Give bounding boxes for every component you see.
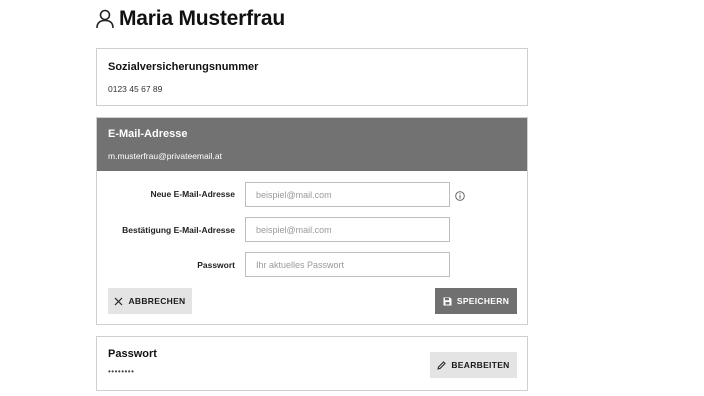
password-card-label: Passwort [108, 348, 157, 360]
page-header: Maria Musterfrau [96, 6, 285, 32]
page-title: Maria Musterfrau [119, 7, 286, 30]
close-icon [115, 297, 123, 305]
current-password-input[interactable] [245, 252, 450, 277]
password-masked-value: •••••••• [108, 367, 135, 376]
password-label: Passwort [197, 260, 235, 270]
edit-button-label: BEARBEITEN [451, 360, 510, 370]
password-card: Passwort •••••••• BEARBEITEN [96, 336, 528, 391]
user-icon [96, 9, 114, 29]
save-icon [443, 297, 452, 305]
new-email-label: Neue E-Mail-Adresse [150, 189, 235, 199]
cancel-button-label: ABBRECHEN [128, 296, 186, 306]
edit-password-button[interactable]: BEARBEITEN [430, 352, 517, 378]
email-card-header: E-Mail-Adresse m.musterfrau@privateemail… [97, 118, 527, 171]
email-label: E-Mail-Adresse [108, 128, 188, 140]
ssn-label: Sozialversicherungsnummer [108, 61, 259, 73]
email-card: E-Mail-Adresse m.musterfrau@privateemail… [96, 117, 528, 325]
ssn-card: Sozialversicherungsnummer 0123 45 67 89 [96, 48, 528, 106]
cancel-button[interactable]: ABBRECHEN [108, 288, 192, 314]
new-email-input[interactable] [245, 182, 450, 207]
ssn-value: 0123 45 67 89 [108, 84, 163, 94]
confirm-email-input[interactable] [245, 217, 450, 242]
save-button[interactable]: SPEICHERN [435, 288, 517, 314]
current-email-value: m.musterfrau@privateemail.at [108, 151, 222, 161]
info-icon[interactable] [455, 188, 465, 201]
pencil-icon [437, 360, 447, 370]
confirm-email-label: Bestätigung E-Mail-Adresse [122, 225, 235, 235]
save-button-label: SPEICHERN [456, 296, 510, 306]
